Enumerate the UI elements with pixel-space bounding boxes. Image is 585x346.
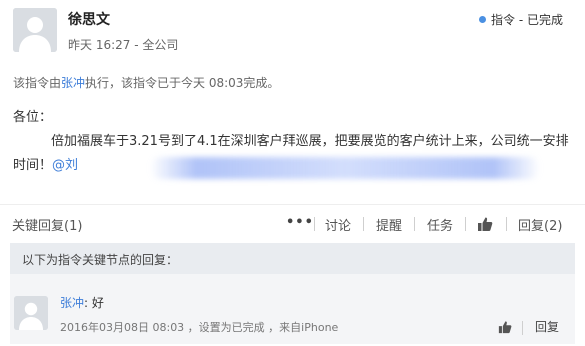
post-greeting: 各位： [13, 110, 53, 125]
toolbar-divider [414, 217, 415, 231]
default-user-icon [14, 296, 48, 330]
key-replies-header: 以下为指令关键节点的回复： [10, 243, 575, 274]
task-button[interactable]: 任务 [427, 215, 453, 234]
toolbar-divider [363, 217, 364, 231]
reply-button[interactable]: 回复 [535, 318, 559, 335]
reply-count-button[interactable]: 回复(2) [518, 215, 562, 234]
reply-avatar[interactable] [14, 296, 48, 330]
exec-prefix: 该指令由 [13, 76, 62, 90]
thumbs-up-icon[interactable] [498, 320, 512, 334]
thumbs-up-icon[interactable] [477, 216, 493, 232]
post-time: 昨天 16:27 [68, 38, 131, 52]
reply-meta: 2016年03月08日 08:03 ，设置为已完成 ，来自iPhone [60, 321, 339, 334]
author-name[interactable]: 徐思文 [68, 9, 110, 29]
post-scope: 全公司 [142, 38, 179, 52]
reply-user-link[interactable]: 张冲 [60, 296, 84, 310]
author-avatar[interactable] [13, 8, 57, 52]
exec-suffix: 执行，该指令已于今天 08:03完成。 [85, 76, 280, 90]
reply-content: 张冲: 好 [60, 294, 104, 311]
toolbar-divider [465, 217, 466, 231]
redacted-blur [150, 157, 540, 179]
status-dot-icon [479, 16, 487, 23]
remind-button[interactable]: 提醒 [376, 215, 402, 234]
status-badge: 指令 - 已完成 [479, 11, 563, 28]
post-toolbar: 关键回复(1) ••• 讨论 提醒 任务 回复(2) [0, 204, 585, 243]
exec-user-link[interactable]: 张冲 [61, 76, 85, 90]
reply-divider [522, 321, 523, 335]
key-replies-tab[interactable]: 关键回复(1) [12, 215, 82, 234]
more-ellipsis-icon[interactable]: ••• [286, 215, 314, 230]
toolbar-divider [506, 217, 507, 231]
execution-info: 该指令由张冲执行，该指令已于今天 08:03完成。 [13, 74, 279, 91]
toolbar-divider [314, 217, 315, 231]
discuss-button[interactable]: 讨论 [325, 215, 351, 234]
meta-separator: - [130, 38, 143, 52]
key-replies-header-text: 以下为指令关键节点的回复： [22, 253, 179, 267]
status-label: 指令 - 已完成 [491, 13, 563, 27]
post-meta: 昨天 16:27 - 全公司 [68, 36, 178, 53]
mention-link[interactable]: @刘 [52, 158, 78, 173]
default-user-icon [13, 8, 57, 52]
reply-text: : 好 [84, 296, 104, 310]
